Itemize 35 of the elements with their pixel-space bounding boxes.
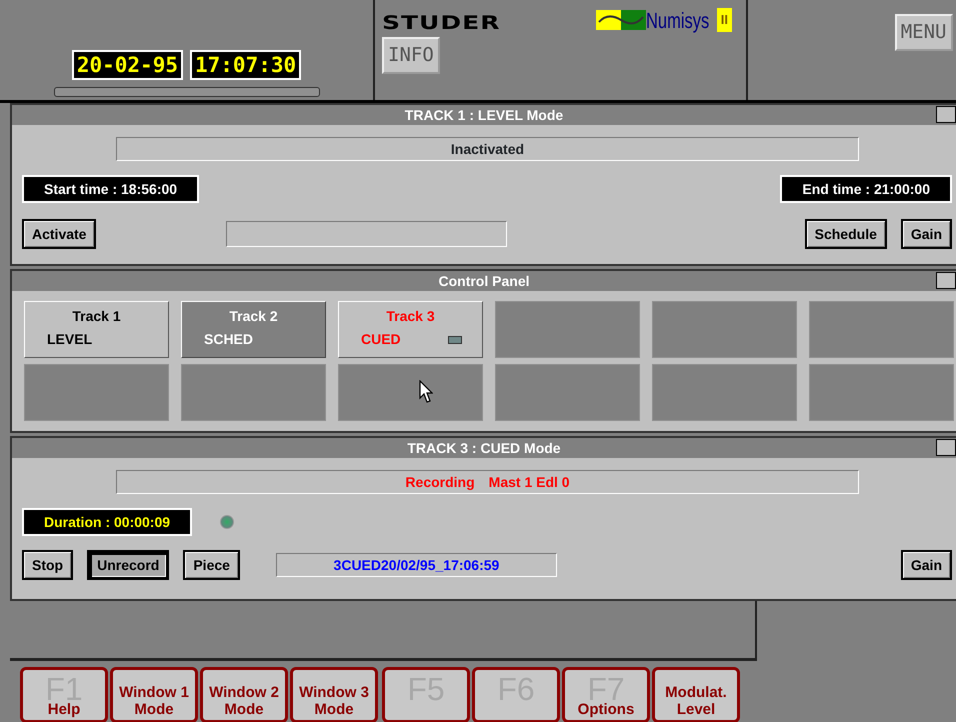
track-tile[interactable]: Track 1 LEVEL — [24, 301, 169, 358]
start-time-display: Start time : 18:56:00 — [22, 175, 200, 203]
cursor-icon — [419, 380, 433, 404]
menu-button[interactable]: MENU — [894, 14, 952, 50]
window-button[interactable] — [936, 272, 956, 289]
function-key[interactable]: Window 2 Mode — [200, 667, 288, 722]
action-button[interactable]: Piece — [183, 550, 240, 580]
studer-logo: STUDER — [382, 10, 500, 35]
led-icon — [220, 515, 234, 529]
function-key[interactable]: Modulat. Level — [652, 667, 740, 722]
function-key[interactable]: Window 3 Mode — [290, 667, 378, 722]
track-tile[interactable]: Track 2 SCHED — [181, 301, 326, 358]
status-text: Inactivated — [450, 140, 524, 158]
status-text: Recording — [405, 472, 475, 492]
action-button[interactable]: Gain — [900, 219, 952, 249]
action-button[interactable]: Activate — [22, 219, 96, 249]
action-button[interactable]: Unrecord — [87, 550, 170, 580]
indicator-icon — [448, 336, 462, 344]
end-time-display: End time : 21:00:00 — [780, 175, 952, 203]
window-title: TRACK 3 : CUED Mode — [407, 438, 561, 458]
numisys-logo: Numisys II — [596, 4, 732, 36]
date-display: 20-02-95 — [72, 50, 183, 80]
window-title: TRACK 1 : LEVEL Mode — [404, 106, 564, 124]
duration-display: Duration : 00:00:09 — [22, 508, 192, 536]
take-name: 3CUED20/02/95_17:06:59 — [334, 556, 500, 574]
window-button[interactable] — [936, 106, 956, 123]
time-display: 17:07:30 — [190, 50, 302, 80]
action-button[interactable]: Schedule — [804, 219, 887, 249]
info-button[interactable]: INFO — [382, 37, 440, 74]
action-button[interactable]: Gain — [900, 550, 952, 580]
window-title: Control Panel — [438, 272, 530, 290]
action-button[interactable]: Stop — [22, 550, 74, 580]
window-button[interactable] — [936, 439, 956, 456]
status-text: Mast 1 Edl 0 — [488, 472, 570, 492]
function-key[interactable]: Window 1 Mode — [110, 667, 198, 722]
